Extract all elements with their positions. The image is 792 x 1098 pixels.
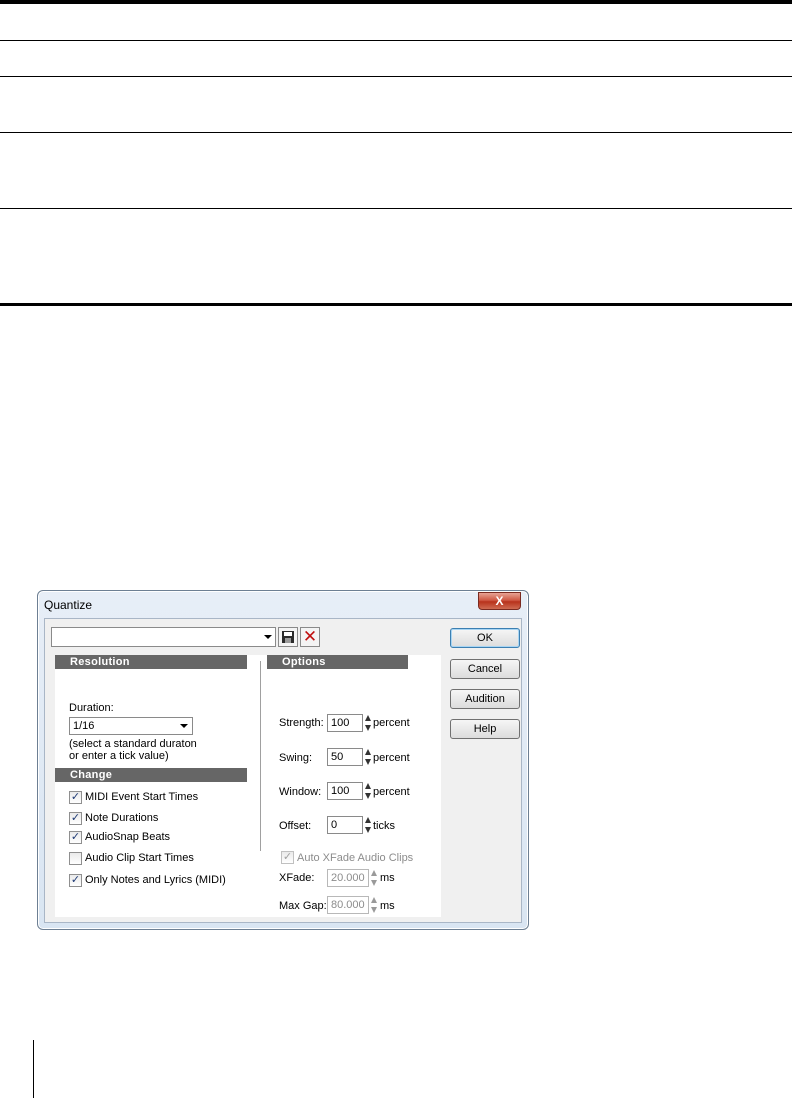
- audio-clip-start-times-checkbox[interactable]: [69, 852, 82, 865]
- swing-label: Swing:: [279, 752, 313, 764]
- cancel-button[interactable]: Cancel: [450, 659, 520, 679]
- duration-value: 1/16: [73, 720, 95, 732]
- duration-hint-line-1: (select a standard duraton: [69, 738, 197, 750]
- duration-label: Duration:: [69, 702, 114, 714]
- delete-x-icon: ✕: [302, 627, 318, 646]
- settings-panel: Resolution Duration: 1/16 (select a stan…: [55, 655, 441, 917]
- xfade-label: XFade:: [279, 872, 315, 884]
- note-durations-checkbox[interactable]: ✓: [69, 812, 82, 825]
- auto-xfade-label: Auto XFade Audio Clips: [297, 852, 414, 864]
- table-row-rule: [0, 40, 792, 41]
- page-margin-line: [33, 1040, 34, 1098]
- offset-spinner[interactable]: [365, 816, 372, 834]
- options-header: Options: [267, 655, 408, 669]
- swing-unit: percent: [373, 752, 410, 764]
- note-durations-label: Note Durations: [85, 812, 159, 824]
- table-top-rule: [0, 0, 792, 4]
- max-gap-unit: ms: [380, 900, 395, 912]
- strength-unit: percent: [373, 717, 410, 729]
- dialog-client-area: ✕ OK Cancel Audition Help Resolution Dur…: [44, 618, 522, 923]
- save-preset-button[interactable]: [278, 627, 298, 647]
- swing-input[interactable]: 50: [327, 748, 363, 766]
- window-unit: percent: [373, 786, 410, 798]
- close-icon: X: [495, 594, 504, 608]
- max-gap-spinner[interactable]: [371, 896, 378, 914]
- strength-input[interactable]: 100: [327, 714, 363, 732]
- window-input[interactable]: 100: [327, 782, 363, 800]
- column-divider: [260, 661, 261, 851]
- audio-clip-start-times-label: Audio Clip Start Times: [85, 852, 194, 864]
- strength-label: Strength:: [279, 717, 324, 729]
- xfade-input[interactable]: 20.000: [327, 869, 369, 887]
- quantize-dialog: Quantize X ✕ OK Cancel Audition Help Res…: [37, 590, 529, 930]
- chevron-down-icon: [180, 724, 188, 728]
- audiosnap-beats-label: AudioSnap Beats: [85, 831, 171, 843]
- offset-label: Offset:: [279, 820, 312, 832]
- table-bottom-rule: [0, 303, 792, 306]
- strength-spinner[interactable]: [365, 714, 372, 732]
- change-header: Change: [55, 768, 247, 782]
- help-button[interactable]: Help: [450, 719, 520, 739]
- table-row-rule: [0, 76, 792, 77]
- offset-unit: ticks: [373, 820, 395, 832]
- swing-spinner[interactable]: [365, 748, 372, 766]
- chevron-down-icon: [264, 635, 272, 639]
- max-gap-label: Max Gap:: [279, 900, 327, 912]
- only-notes-and-lyrics-label: Only Notes and Lyrics (MIDI): [85, 874, 226, 886]
- duration-hint-line-2: or enter a tick value): [69, 750, 169, 762]
- auto-xfade-checkbox[interactable]: ✓: [281, 851, 294, 864]
- preset-combo[interactable]: [51, 627, 276, 647]
- offset-input[interactable]: 0: [327, 816, 363, 834]
- midi-event-start-times-checkbox[interactable]: ✓: [69, 791, 82, 804]
- delete-preset-button[interactable]: ✕: [300, 627, 320, 647]
- audition-button[interactable]: Audition: [450, 689, 520, 709]
- only-notes-and-lyrics-checkbox[interactable]: ✓: [69, 874, 82, 887]
- midi-event-start-times-label: MIDI Event Start Times: [85, 791, 199, 803]
- save-disk-icon: [282, 631, 294, 643]
- audiosnap-beats-checkbox[interactable]: ✓: [69, 831, 82, 844]
- xfade-spinner[interactable]: [371, 869, 378, 887]
- xfade-unit: ms: [380, 872, 395, 884]
- resolution-header: Resolution: [55, 655, 247, 669]
- table-row-rule: [0, 208, 792, 209]
- window-label: Window:: [279, 786, 322, 798]
- duration-combo[interactable]: 1/16: [69, 717, 193, 735]
- ok-button[interactable]: OK: [450, 628, 520, 648]
- table-row-rule: [0, 132, 792, 133]
- dialog-title: Quantize: [44, 598, 93, 612]
- window-spinner[interactable]: [365, 782, 372, 800]
- close-button[interactable]: X: [478, 592, 521, 610]
- max-gap-input[interactable]: 80.000: [327, 896, 369, 914]
- title-bar[interactable]: Quantize X: [38, 591, 528, 617]
